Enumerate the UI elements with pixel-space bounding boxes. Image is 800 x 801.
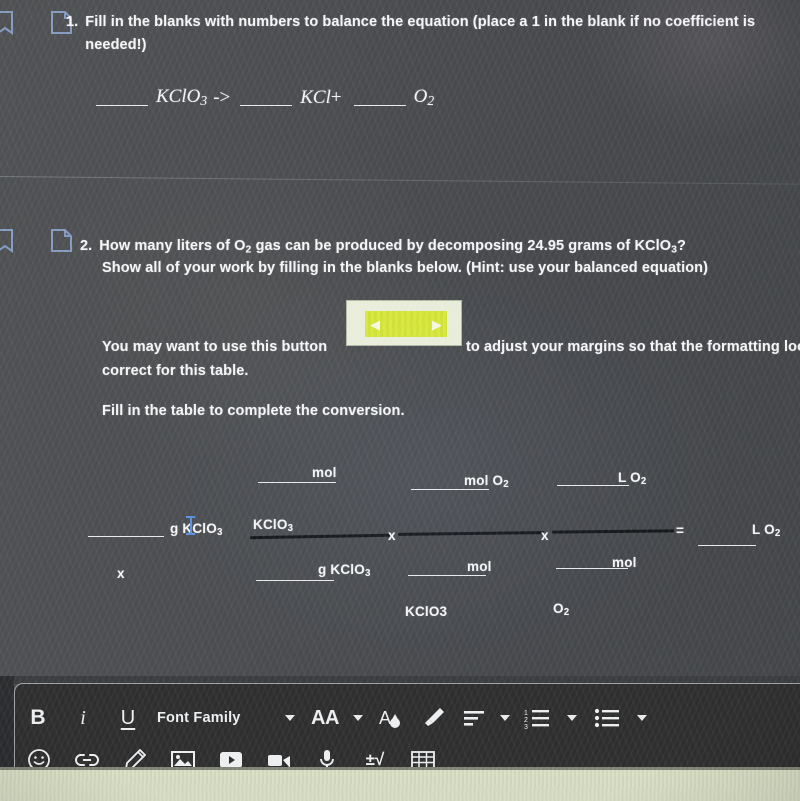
- adjust-margins-button-image[interactable]: ◀ ▶: [346, 300, 462, 346]
- align-select[interactable]: [457, 701, 493, 735]
- question-2-button-sentence-after: to adjust your margins so that the forma…: [466, 339, 800, 355]
- factor2-numerator-unit: mol O2: [464, 473, 509, 491]
- note-icon[interactable]: [50, 228, 73, 258]
- align-chevron-down-icon[interactable]: [493, 701, 517, 735]
- desk-surface: [0, 767, 800, 801]
- bullet-list-select[interactable]: [587, 701, 627, 735]
- toolbar-row-formatting: B i U Font Family AA A 1 2 3: [15, 696, 800, 740]
- factor2-denominator-unit-kclo3: KClO3: [405, 604, 448, 619]
- factor1-denominator-blank[interactable]: [256, 580, 334, 581]
- question-2-prompt-b: gas can be produced by decomposing 24.95…: [251, 238, 672, 254]
- question-1-prompt: Fill in the blanks with numbers to balan…: [85, 12, 785, 56]
- screen-bottom-edge: [0, 767, 800, 770]
- question-2-prompt-line-1: How many liters of O2 gas can be produce…: [99, 236, 686, 257]
- factor2-fraction-bar: [397, 531, 545, 536]
- bookmark-icon[interactable]: [0, 228, 16, 259]
- equation-arrow: ->: [213, 87, 231, 108]
- equation-product-1: KCl+: [300, 87, 342, 108]
- factor2-denominator-unit-mol: mol: [467, 559, 492, 574]
- text-caret: [186, 516, 195, 535]
- factor1-numerator-unit-mol: mol: [312, 465, 337, 480]
- factor1-numerator-blank[interactable]: [258, 482, 336, 483]
- numbered-list-chevron-down-icon[interactable]: [557, 701, 587, 735]
- equation-product-2: O2: [413, 86, 435, 108]
- multiply-operator-2: x: [541, 528, 549, 543]
- factor3-denominator-subscript: 2: [563, 607, 570, 619]
- font-size-chevron-down-icon[interactable]: [347, 701, 369, 735]
- equation-blank-2[interactable]: [240, 105, 293, 106]
- svg-text:1: 1: [524, 710, 528, 717]
- font-family-select[interactable]: Font Family: [151, 701, 277, 735]
- factor1-fraction-bar: [249, 533, 391, 539]
- equation-reactant-subscript: 3: [200, 93, 208, 108]
- svg-text:A: A: [379, 708, 391, 728]
- text-color-button[interactable]: A: [369, 701, 411, 735]
- result-blank[interactable]: [698, 545, 756, 546]
- factor3-fraction-bar: [551, 529, 675, 534]
- given-unit-label: g KClO3: [170, 521, 223, 539]
- factor1-denominator-subscript: 3: [364, 568, 371, 580]
- equation-reactant: KClO3: [156, 86, 208, 108]
- given-unit-subscript: 3: [216, 527, 223, 539]
- numbered-list-select[interactable]: 1 2 3: [517, 701, 557, 735]
- editor-toolbar: B i U Font Family AA A 1 2 3 ±√: [14, 683, 800, 779]
- factor3-denominator-unit-o2: O2: [553, 601, 570, 619]
- font-size-select[interactable]: AA: [303, 701, 347, 735]
- bookmark-icon[interactable]: [0, 10, 16, 41]
- factor2-denominator-blank[interactable]: [408, 575, 486, 576]
- multiply-operator-below: x: [117, 566, 125, 581]
- equation-product-2-subscript: 2: [427, 93, 435, 108]
- question-2-table-instruction: Fill in the table to complete the conver…: [102, 403, 405, 419]
- svg-text:3: 3: [524, 724, 528, 729]
- equation-blank-3[interactable]: [353, 105, 406, 106]
- factor1-numerator-subscript: 3: [287, 523, 294, 535]
- question-2-prompt-line-2: Show all of your work by filling in the …: [102, 260, 709, 276]
- svg-text:2: 2: [524, 717, 528, 724]
- question-2-prompt-c: ?: [677, 238, 686, 254]
- bullet-list-chevron-down-icon[interactable]: [627, 701, 657, 735]
- question-1-equation: KClO3 -> KCl+ O2: [96, 86, 440, 109]
- question-2-prompt-a: How many liters of O: [99, 238, 246, 254]
- result-unit-subscript: 2: [774, 528, 781, 540]
- font-family-chevron-down-icon[interactable]: [277, 701, 303, 735]
- highlight-color-button[interactable]: [411, 701, 457, 735]
- given-value-blank[interactable]: [88, 536, 164, 537]
- question-1: 1. Fill in the blanks with numbers to ba…: [66, 12, 796, 56]
- underline-button[interactable]: U: [105, 701, 151, 735]
- question-1-prompt-line-1: Fill in the blanks with numbers to balan…: [85, 14, 756, 30]
- question-2-number: 2.: [80, 238, 93, 254]
- bold-button[interactable]: B: [15, 701, 61, 735]
- document-surface: 1. Fill in the blanks with numbers to ba…: [0, 0, 800, 676]
- equation-plus: +: [330, 87, 342, 108]
- question-2-button-sentence-line-2: correct for this table.: [102, 363, 249, 379]
- factor3-numerator-unit: L O2: [618, 470, 647, 488]
- factor3-numerator-subscript: 2: [640, 476, 647, 488]
- margin-button-left-arrow-icon: ◀: [370, 316, 380, 332]
- conversion-table: g KClO3 x mol KClO3 g KClO3 x mol O2 mol…: [0, 440, 800, 655]
- question-2-button-sentence-before: You may want to use this button: [102, 339, 328, 355]
- margin-button-chip: ◀ ▶: [365, 311, 447, 337]
- italic-button[interactable]: i: [61, 701, 105, 735]
- result-unit: L O2: [752, 522, 781, 540]
- question-divider: [0, 176, 800, 185]
- factor1-denominator-unit: g KClO3: [318, 562, 371, 580]
- screenshot-root: 1. Fill in the blanks with numbers to ba…: [0, 0, 800, 801]
- equation-blank-1[interactable]: [96, 105, 148, 106]
- factor1-numerator-unit-kclo3: KClO3: [253, 517, 294, 535]
- question-1-gutter-icons: [0, 10, 73, 41]
- factor3-denominator-unit-mol: mol: [612, 555, 637, 570]
- margin-button-right-arrow-icon: ▶: [432, 316, 442, 332]
- equals-operator: =: [676, 523, 684, 538]
- question-1-number: 1.: [66, 14, 79, 30]
- question-2: 2. How many liters of O2 gas can be prod…: [80, 236, 800, 257]
- question-2-gutter-icons: [0, 228, 73, 259]
- factor2-numerator-subscript: 2: [503, 479, 509, 491]
- question-1-prompt-line-2: needed!): [85, 37, 147, 54]
- multiply-operator-1: x: [388, 528, 396, 543]
